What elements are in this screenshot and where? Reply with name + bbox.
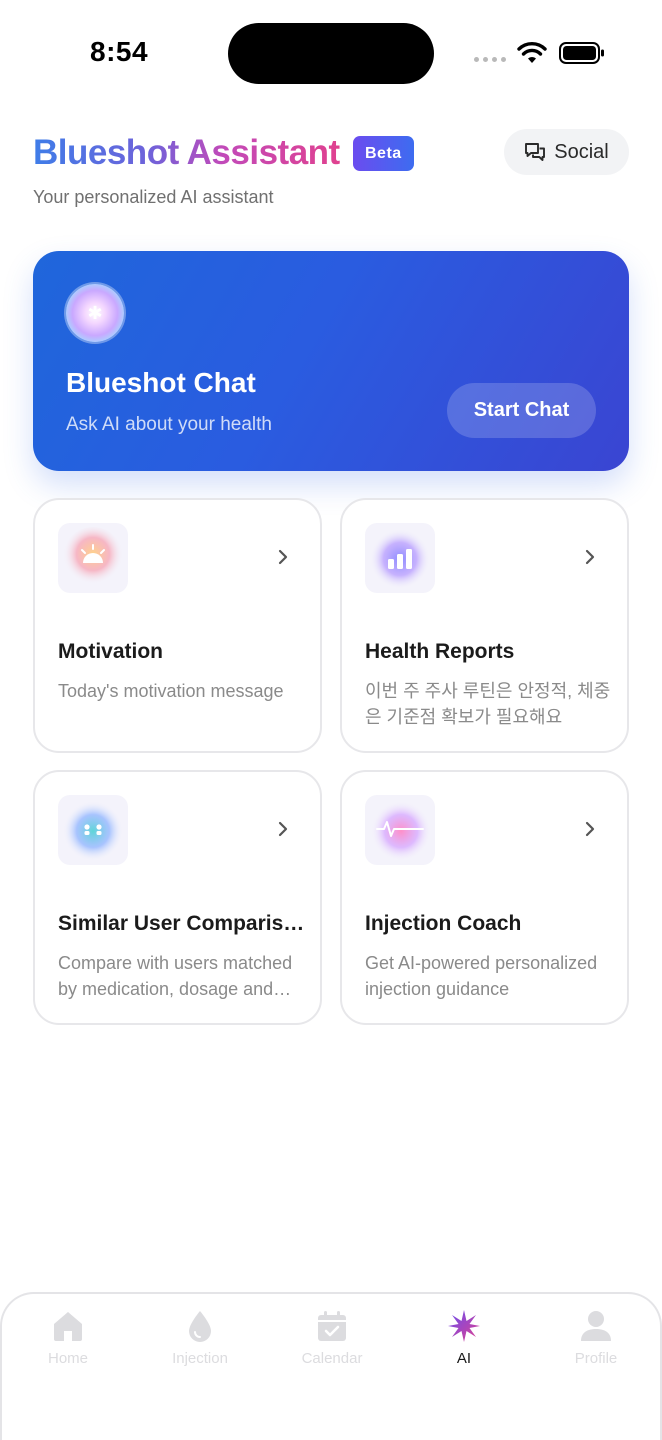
feature-description: 이번 주 주사 루틴은 안정적, 체중은 기준점 확보가 필요해요	[365, 681, 611, 727]
wifi-icon	[517, 42, 547, 63]
chat-bubbles-icon	[525, 143, 546, 161]
tab-bar: Home Injection Calendar AI Profile	[0, 1292, 662, 1440]
sunrise-icon	[58, 523, 128, 593]
feature-card-similar-users[interactable]: Similar User Comparison Compare with use…	[33, 770, 322, 1025]
status-time: 8:54	[90, 36, 149, 67]
chat-card-title: Blueshot Chat	[66, 367, 256, 398]
home-icon	[54, 1312, 82, 1341]
chevron-right-icon	[278, 549, 288, 565]
page-title: Blueshot Assistant	[33, 133, 340, 172]
drop-icon	[189, 1311, 211, 1342]
battery-icon	[559, 42, 604, 64]
feature-title: Motivation	[58, 640, 163, 663]
tab-profile[interactable]: Profile	[530, 1308, 662, 1378]
feature-description: Today's motivation message	[58, 681, 284, 701]
social-button-label: Social	[554, 140, 609, 163]
tab-calendar[interactable]: Calendar	[266, 1308, 398, 1378]
sparkle-icon	[448, 1310, 480, 1342]
blueshot-chat-card[interactable]: ✱ Blueshot Chat Ask AI about your health…	[33, 251, 629, 471]
tab-label: Home	[47, 1350, 88, 1367]
ai-orb-icon: ✱	[66, 284, 124, 342]
sparkle-icon: ✱	[87, 302, 103, 323]
start-chat-button[interactable]: Start Chat	[447, 383, 596, 438]
tab-label: Injection	[172, 1350, 228, 1367]
feature-title: Health Reports	[365, 640, 515, 663]
signal-dots-icon	[474, 57, 506, 62]
status-bar: 8:54	[0, 0, 662, 100]
chevron-right-icon	[278, 821, 288, 837]
chat-card-subtitle: Ask AI about your health	[66, 414, 272, 435]
feature-card-injection-coach[interactable]: Injection Coach Get AI-powered personali…	[340, 770, 629, 1025]
feature-card-health-reports[interactable]: Health Reports 이번 주 주사 루틴은 안정적, 체중은 기준점 …	[340, 498, 629, 753]
chevron-right-icon	[585, 549, 595, 565]
beta-badge: Beta	[353, 136, 414, 171]
calendar-icon	[318, 1311, 346, 1341]
tab-injection[interactable]: Injection	[134, 1308, 266, 1378]
tab-ai[interactable]: AI	[398, 1308, 530, 1378]
users-icon	[58, 795, 128, 865]
bar-chart-icon	[365, 523, 435, 593]
tab-label: AI	[456, 1350, 472, 1367]
profile-icon	[581, 1311, 611, 1341]
dynamic-island	[228, 23, 434, 84]
pulse-icon	[365, 795, 435, 865]
tab-home[interactable]: Home	[2, 1308, 134, 1378]
tab-label: Calendar	[301, 1350, 363, 1367]
page-subtitle: Your personalized AI assistant	[33, 187, 274, 207]
feature-title: Similar User Comparison	[58, 912, 308, 935]
tab-label: Profile	[574, 1350, 618, 1367]
feature-title: Injection Coach	[365, 912, 522, 935]
social-button[interactable]: Social	[504, 129, 629, 175]
feature-card-motivation[interactable]: Motivation Today's motivation message	[33, 498, 322, 753]
feature-description: Compare with users matched by medication…	[58, 953, 293, 999]
feature-description: Get AI-powered personalized injection gu…	[365, 953, 598, 999]
chevron-right-icon	[585, 821, 595, 837]
